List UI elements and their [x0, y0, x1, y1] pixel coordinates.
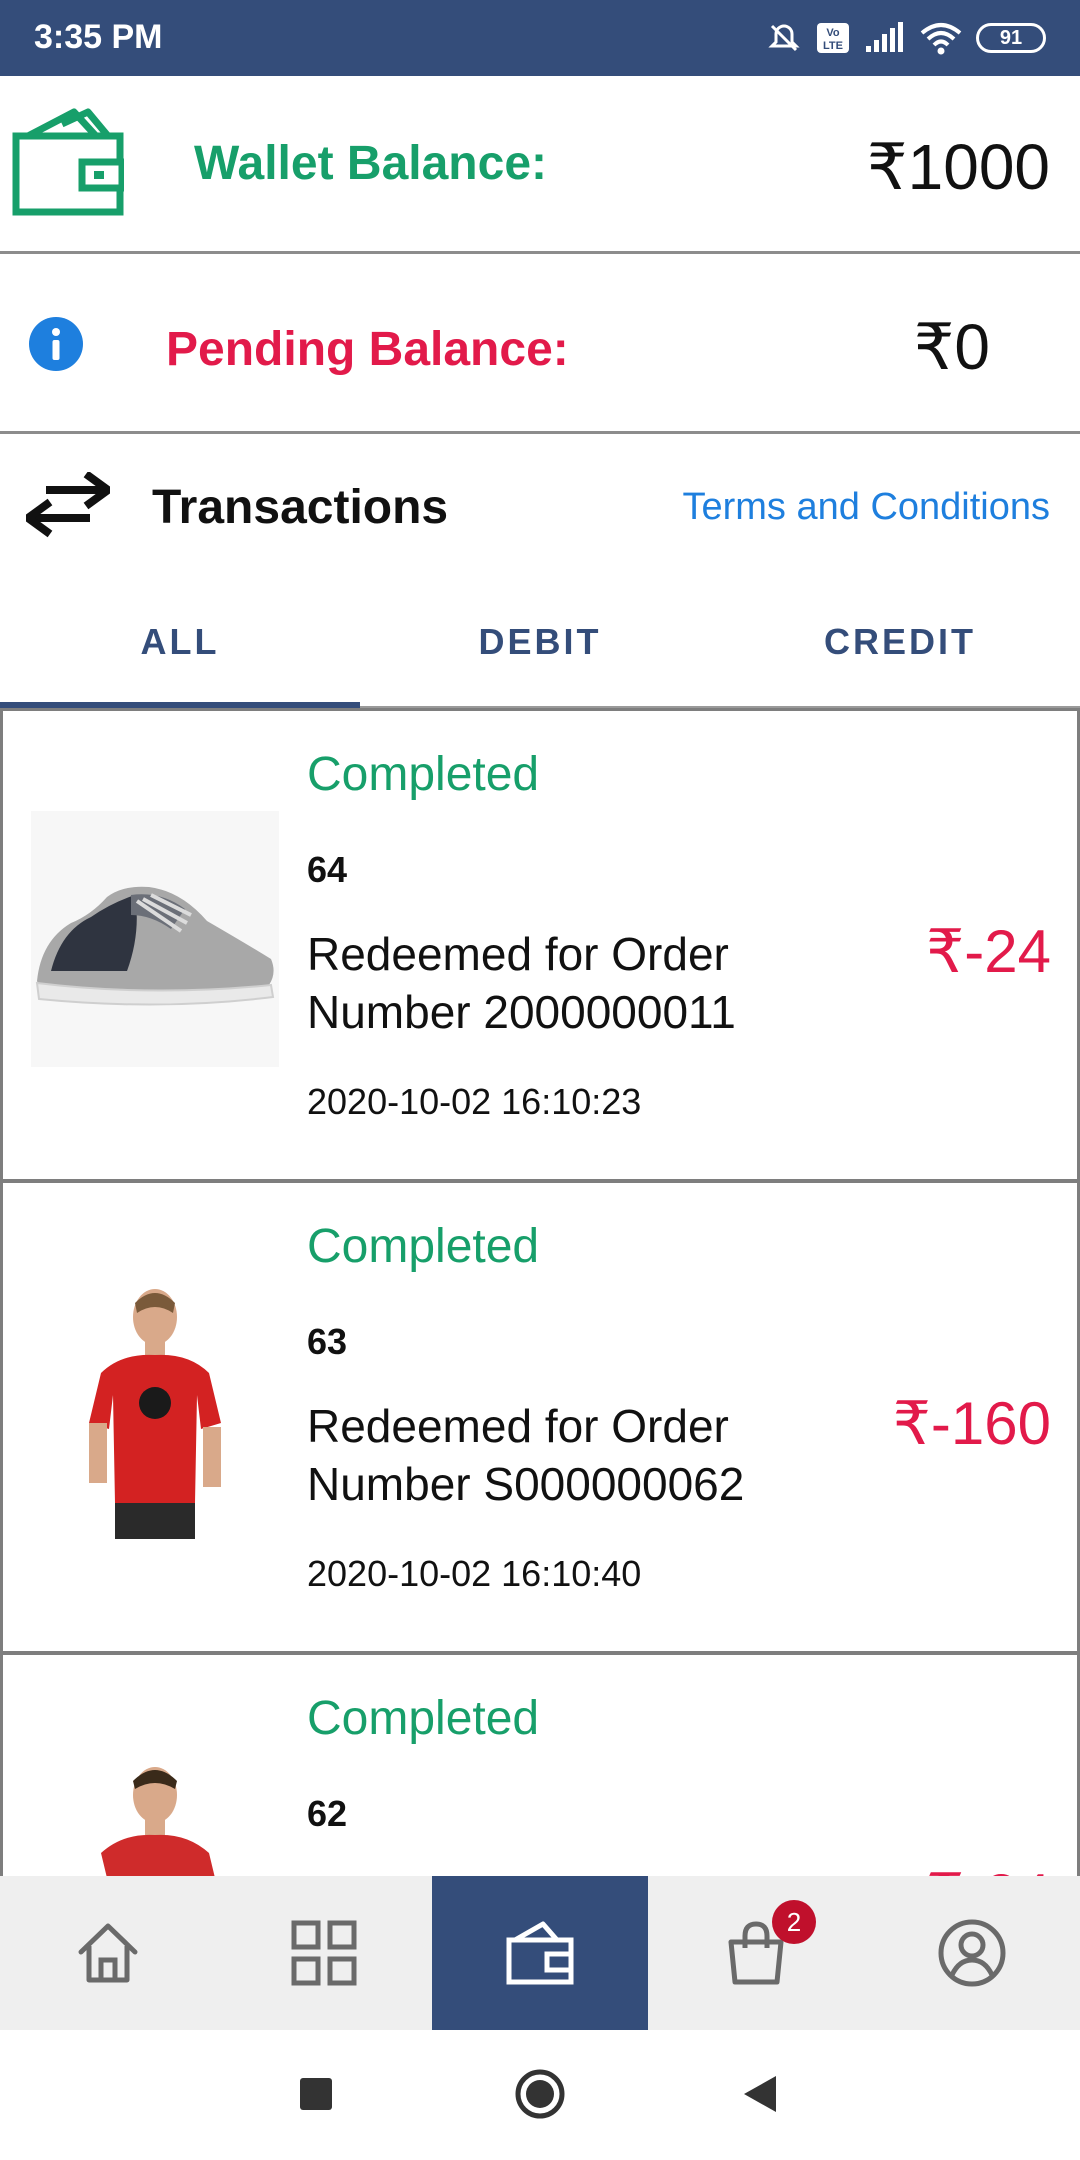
transaction-date: 2020-10-02 16:10:23 — [307, 1081, 642, 1122]
tab-debit[interactable]: DEBIT — [360, 580, 720, 708]
signal-icon — [866, 22, 903, 52]
transaction-list[interactable]: Completed 64 Redeemed for Order Number 2… — [0, 708, 1080, 1878]
profile-icon — [938, 1919, 1006, 1987]
transaction-status: Completed — [307, 748, 540, 801]
transaction-description: Redeemed for Order Number S000000062 — [307, 1400, 745, 1510]
red-polo-man-image — [31, 1755, 279, 1878]
red-tshirt-man-image — [31, 1283, 279, 1539]
wallet-balance-row: Wallet Balance: ₹1000 — [0, 76, 1080, 254]
transaction-card[interactable]: Completed 64 Redeemed for Order Number 2… — [0, 708, 1080, 1182]
wallet-balance-label: Wallet Balance: — [194, 137, 547, 190]
transaction-card[interactable]: Completed 62 ₹-24 — [0, 1652, 1080, 1878]
wifi-icon — [920, 23, 962, 55]
transaction-id: 62 — [307, 1793, 348, 1834]
transaction-id: 63 — [307, 1321, 348, 1362]
status-bar: 3:35 PM Vo LTE 91 — [0, 0, 1080, 76]
bottom-navigation: 2 — [0, 1876, 1080, 2030]
home-button-icon[interactable] — [514, 2068, 566, 2120]
wallet-icon — [506, 1921, 574, 1985]
volte-icon: Vo LTE — [817, 23, 849, 53]
tab-credit[interactable]: CREDIT — [720, 580, 1080, 708]
pending-balance-amount: ₹0 — [913, 311, 990, 383]
battery-icon: 91 — [976, 23, 1046, 53]
recent-apps-icon[interactable] — [298, 2076, 334, 2112]
mute-icon — [768, 24, 800, 52]
nav-profile[interactable] — [864, 1876, 1080, 2030]
wallet-icon — [12, 108, 124, 216]
transaction-amount: ₹-160 — [892, 1390, 1051, 1457]
transaction-status: Completed — [307, 1692, 540, 1745]
back-icon[interactable] — [742, 2074, 778, 2114]
transaction-tabs: ALL DEBIT CREDIT — [0, 580, 1080, 708]
nav-home[interactable] — [0, 1876, 216, 2030]
svg-text:LTE: LTE — [823, 40, 843, 52]
status-time: 3:35 PM — [34, 18, 163, 56]
nav-categories[interactable] — [216, 1876, 432, 2030]
transaction-status: Completed — [307, 1220, 540, 1273]
transaction-id: 64 — [307, 849, 348, 890]
nav-cart[interactable]: 2 — [648, 1876, 864, 2030]
pending-balance-row: Pending Balance: ₹0 — [0, 254, 1080, 434]
home-icon — [78, 1923, 138, 1983]
info-icon[interactable] — [28, 316, 84, 372]
transactions-header: Transactions Terms and Conditions — [0, 434, 1080, 580]
cart-badge: 2 — [772, 1900, 816, 1944]
categories-icon — [291, 1920, 357, 1986]
tab-all[interactable]: ALL — [0, 580, 360, 708]
transactions-title: Transactions — [152, 481, 449, 534]
transaction-date: 2020-10-02 16:10:40 — [307, 1553, 642, 1594]
svg-text:Vo: Vo — [826, 27, 840, 39]
transaction-description: Redeemed for Order Number 2000000011 — [307, 928, 736, 1038]
pending-balance-label: Pending Balance: — [166, 323, 569, 376]
battery-level: 91 — [999, 27, 1023, 49]
terms-and-conditions-link[interactable]: Terms and Conditions — [682, 486, 1050, 529]
swap-arrows-icon — [26, 472, 110, 538]
status-icons: Vo LTE 91 — [766, 16, 1046, 60]
transaction-amount: ₹-24 — [926, 918, 1051, 985]
wallet-balance-amount: ₹1000 — [866, 131, 1050, 203]
system-navigation-bar — [0, 2030, 1080, 2160]
sneaker-image — [31, 811, 279, 1067]
transaction-card[interactable]: Completed 63 Redeemed for Order Number S… — [0, 1180, 1080, 1654]
nav-wallet[interactable] — [432, 1876, 648, 2030]
